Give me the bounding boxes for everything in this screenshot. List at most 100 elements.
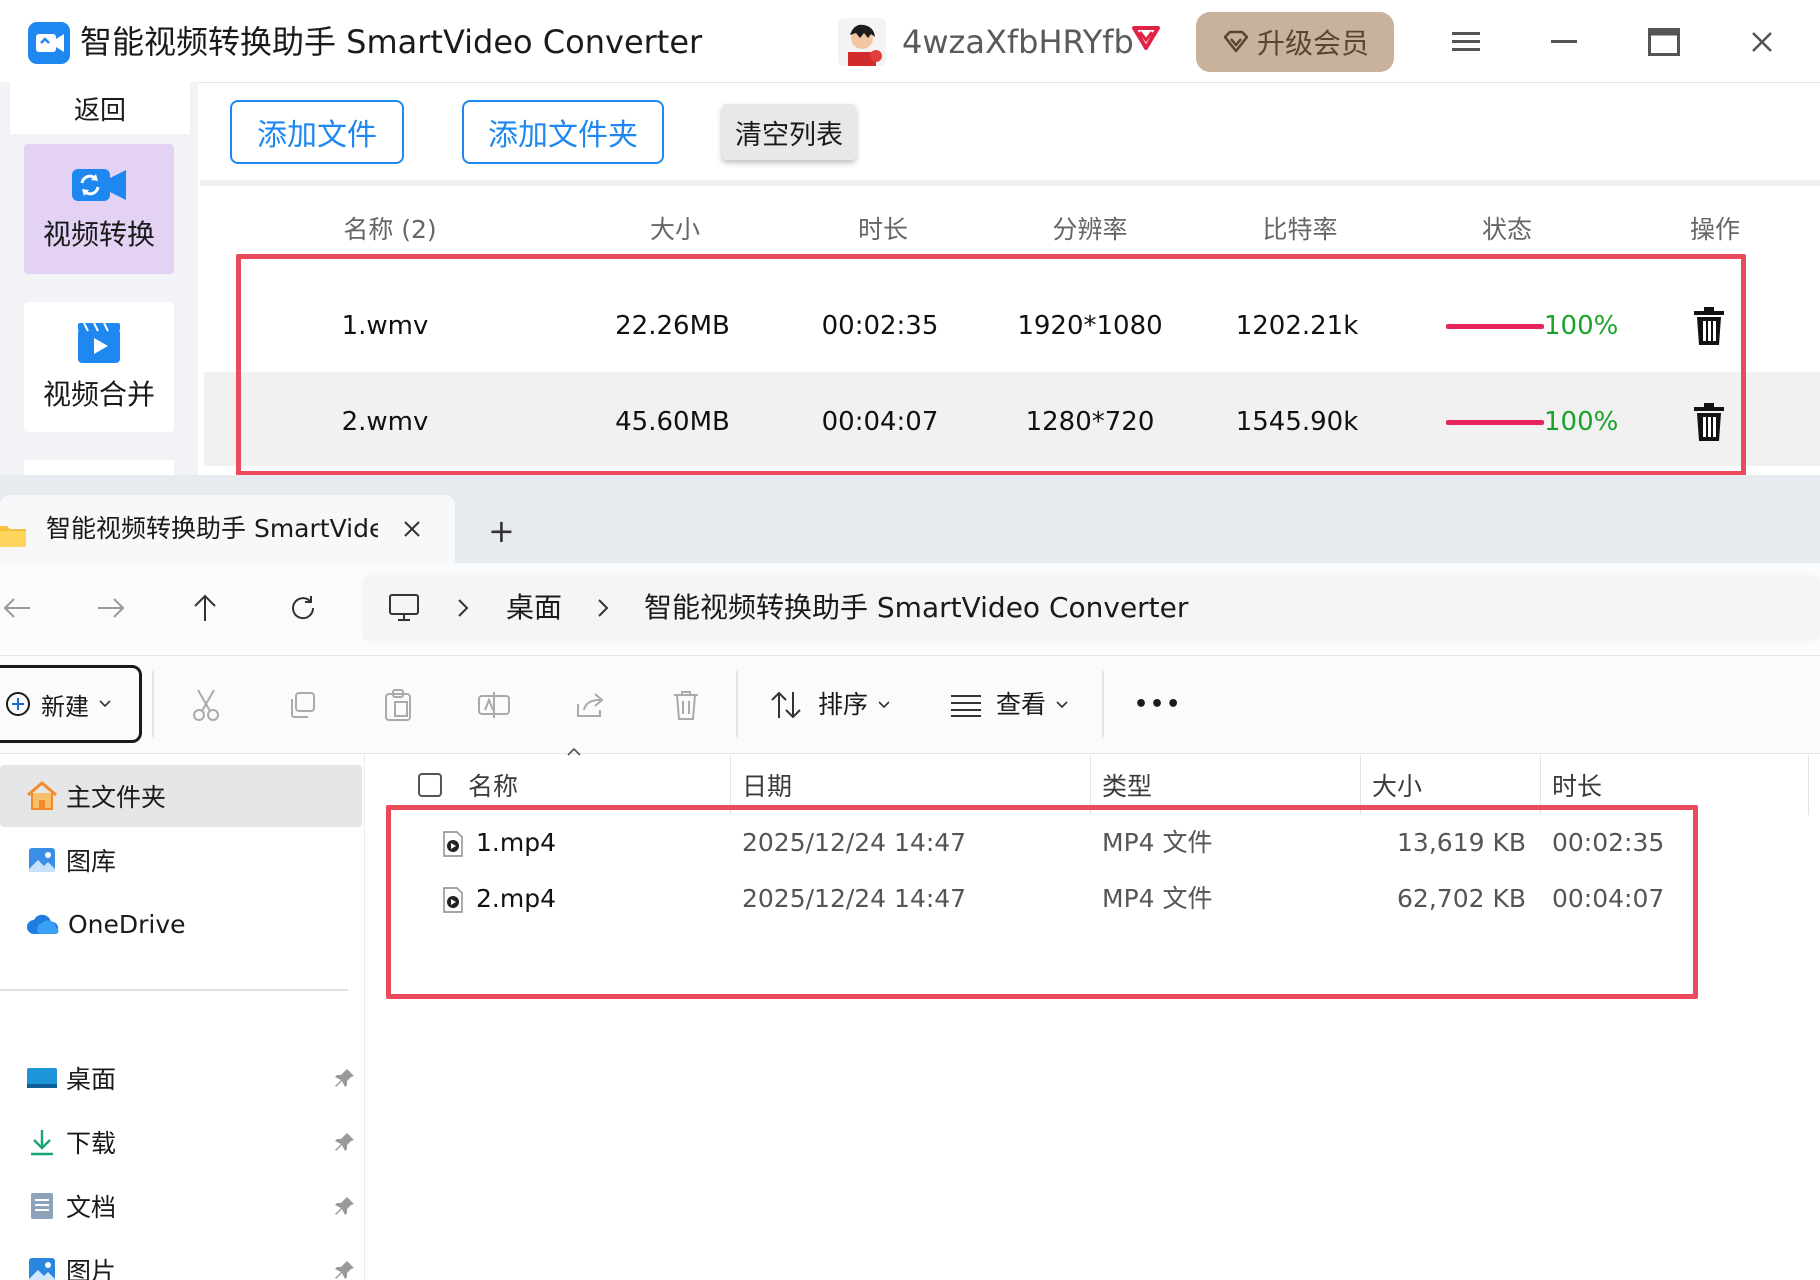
new-button[interactable]: 新建 — [0, 665, 142, 743]
chevron-down-icon — [99, 700, 111, 708]
divider — [0, 989, 348, 991]
nav-item-desktop[interactable]: 桌面 — [26, 1055, 116, 1101]
divider — [200, 180, 1820, 186]
nav-label: 下载 — [66, 1129, 117, 1158]
sidebar-item-label: 视频合并 — [42, 378, 155, 411]
column-header-resolution[interactable]: 分辨率 — [1030, 212, 1150, 248]
desktop-icon — [26, 1065, 58, 1091]
chevron-down-icon — [878, 701, 890, 709]
nav-label: 图片 — [66, 1257, 117, 1280]
back-button[interactable]: 返回 — [10, 82, 190, 134]
pin-icon[interactable] — [334, 1131, 356, 1153]
sort-button[interactable]: 排序 — [818, 687, 868, 723]
video-convert-icon — [70, 165, 128, 205]
app-logo-icon — [28, 22, 70, 64]
pin-icon[interactable] — [334, 1195, 356, 1217]
column-divider — [1808, 755, 1809, 815]
close-tab-icon[interactable] — [402, 519, 422, 539]
new-tab-button[interactable]: + — [488, 513, 515, 549]
download-icon — [26, 1127, 58, 1157]
vip-icon — [1221, 27, 1251, 57]
nav-item-downloads[interactable]: 下载 — [26, 1119, 116, 1165]
divider — [364, 753, 365, 1280]
column-header-duration[interactable]: 时长 — [828, 212, 938, 248]
delete-icon[interactable] — [666, 685, 706, 725]
column-header-status[interactable]: 状态 — [1452, 212, 1562, 248]
add-folder-button[interactable]: 添加文件夹 — [462, 100, 664, 164]
breadcrumb-desktop[interactable]: 桌面 — [506, 588, 562, 628]
sidebar-item-label: 视频转换 — [42, 218, 155, 251]
cut-icon[interactable] — [186, 685, 226, 725]
pictures-icon — [26, 1255, 58, 1280]
folder-icon — [0, 523, 26, 547]
nav-item-documents[interactable]: 文档 — [26, 1183, 116, 1229]
gallery-icon — [26, 845, 58, 875]
paste-icon[interactable] — [378, 685, 418, 725]
column-header-bitrate[interactable]: 比特率 — [1240, 212, 1360, 248]
sidebar-item-partial[interactable] — [24, 460, 174, 475]
view-list-icon[interactable] — [946, 685, 986, 725]
column-header-action[interactable]: 操作 — [1660, 212, 1770, 248]
pin-icon[interactable] — [334, 1259, 356, 1280]
computer-icon — [388, 593, 420, 623]
vip-diamond-icon — [1128, 18, 1164, 54]
nav-item-gallery[interactable]: 图库 — [26, 837, 116, 883]
highlight-box — [386, 805, 1698, 999]
more-options-button[interactable]: ••• — [1134, 687, 1182, 723]
refresh-icon[interactable] — [278, 583, 328, 633]
upgrade-label: 升级会员 — [1256, 27, 1369, 60]
tab-title: 智能视频转换助手 SmartVideo Converter — [46, 514, 378, 543]
onedrive-cloud-icon — [26, 912, 60, 936]
divider — [0, 753, 1820, 754]
pin-icon[interactable] — [334, 1067, 356, 1089]
converter-window: 智能视频转换助手 SmartVideo Converter 4wzaXfbHRY… — [0, 0, 1820, 475]
up-arrow-icon[interactable] — [180, 583, 230, 633]
nav-label: 图库 — [66, 847, 117, 876]
menu-icon[interactable] — [1444, 22, 1488, 62]
divider — [0, 655, 1820, 656]
sidebar-item-video-merge[interactable]: 视频合并 — [24, 302, 174, 432]
avatar[interactable] — [838, 18, 886, 66]
view-button[interactable]: 查看 — [996, 687, 1046, 723]
document-icon — [26, 1191, 58, 1221]
chevron-right-icon — [456, 597, 470, 619]
home-icon — [26, 781, 58, 811]
clear-list-button[interactable]: 清空列表 — [722, 104, 856, 160]
add-file-button[interactable]: 添加文件 — [230, 100, 404, 164]
chevron-right-icon — [596, 597, 610, 619]
sidebar-item-video-convert[interactable]: 视频转换 — [24, 144, 174, 274]
divider — [736, 671, 738, 737]
copy-icon[interactable] — [282, 685, 322, 725]
breadcrumb-current-folder[interactable]: 智能视频转换助手 SmartVideo Converter — [644, 588, 1188, 628]
divider — [1102, 671, 1104, 737]
column-header-size[interactable]: 大小 — [620, 212, 730, 248]
rename-icon[interactable] — [474, 685, 514, 725]
video-merge-icon — [76, 321, 122, 365]
explorer-window: 智能视频转换助手 SmartVideo Converter + 桌面 智能视频转… — [0, 475, 1820, 1280]
plus-circle-icon — [5, 691, 31, 717]
nav-item-onedrive[interactable]: OneDrive — [26, 901, 186, 947]
close-icon[interactable] — [1740, 22, 1784, 62]
nav-item-home[interactable]: 主文件夹 — [26, 773, 166, 819]
share-icon[interactable] — [570, 685, 610, 725]
nav-label: 桌面 — [66, 1065, 117, 1094]
upgrade-membership-button[interactable]: 升级会员 — [1196, 12, 1394, 72]
sort-ascending-icon — [566, 747, 582, 757]
sort-icon[interactable] — [766, 685, 806, 725]
nav-item-pictures[interactable]: 图片 — [26, 1247, 116, 1280]
nav-label: 文档 — [66, 1193, 117, 1222]
maximize-icon[interactable] — [1642, 22, 1686, 62]
divider — [152, 671, 154, 737]
username[interactable]: 4wzaXfbHRYfb — [902, 18, 1134, 66]
highlight-box — [236, 254, 1746, 475]
select-all-checkbox[interactable] — [418, 773, 442, 797]
minimize-icon[interactable] — [1542, 22, 1586, 62]
column-header-name[interactable]: 名称 (2) — [320, 212, 460, 248]
back-arrow-icon[interactable] — [0, 583, 42, 633]
app-title: 智能视频转换助手 SmartVideo Converter — [80, 23, 703, 61]
nav-label: 主文件夹 — [66, 783, 167, 812]
chevron-down-icon — [1056, 701, 1068, 709]
nav-label: OneDrive — [68, 909, 186, 939]
tab-smartvideo[interactable]: 智能视频转换助手 SmartVideo Converter — [0, 495, 455, 563]
forward-arrow-icon[interactable] — [86, 583, 136, 633]
